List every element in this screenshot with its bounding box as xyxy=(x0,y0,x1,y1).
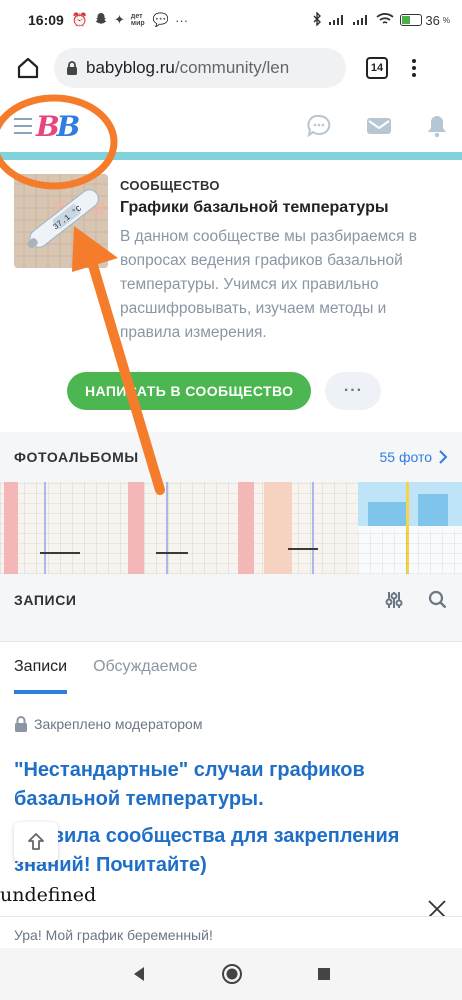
albums-count-link[interactable]: 55 фото xyxy=(380,449,449,465)
battery-icon xyxy=(400,14,423,26)
mail-icon[interactable] xyxy=(366,116,392,136)
share-arrow-icon xyxy=(28,833,44,850)
wifi-icon xyxy=(376,12,395,29)
more-options-button[interactable]: ··· xyxy=(325,372,382,410)
battery-indicator: 36% xyxy=(400,13,450,28)
records-tools xyxy=(384,590,448,610)
pinned-by-moderator: Закреплено модератором xyxy=(14,716,202,732)
community-info: СООБЩЕСТВО Графики базальной температуры… xyxy=(120,178,440,345)
home-icon xyxy=(17,57,39,79)
album-photo[interactable] xyxy=(358,482,462,574)
community-description: В данном сообществе мы разбираемся в воп… xyxy=(120,228,417,341)
post-title[interactable]: "Нестандартные" случаи графиков базально… xyxy=(14,756,444,814)
community-kicker: СООБЩЕСТВО xyxy=(120,178,220,193)
undefined-text: undefined xyxy=(0,884,97,906)
tab-switcher-button[interactable]: 14 xyxy=(366,57,388,79)
write-to-community-button[interactable]: НАПИСАТЬ В СООБЩЕСТВО xyxy=(67,372,312,410)
browser-menu-button[interactable] xyxy=(412,59,416,77)
status-right-icons: 36% xyxy=(312,10,450,29)
lock-icon xyxy=(15,716,27,732)
photo-strip xyxy=(0,482,462,574)
recents-icon[interactable] xyxy=(317,967,331,981)
url-path: /community/len xyxy=(174,58,290,77)
browser-toolbar: babyblog.ru/community/len 14 xyxy=(0,40,462,96)
back-icon[interactable] xyxy=(131,966,147,982)
site-header: BB xyxy=(0,100,462,160)
url-domain: babyblog.ru xyxy=(86,58,175,77)
records-divider xyxy=(0,626,462,642)
scroll-up-button[interactable] xyxy=(14,822,58,862)
promo-banner[interactable]: Ура! Мой график беременный! xyxy=(0,916,462,948)
url-bar[interactable]: babyblog.ru/community/len xyxy=(54,48,346,88)
babyblog-logo[interactable]: BB xyxy=(36,110,80,143)
sparkle-icon: ✦ xyxy=(114,12,125,27)
status-bar: 16:09 ⏰ ✦ дет мир 💬 ··· 36% xyxy=(0,0,462,40)
records-label: ЗАПИСИ xyxy=(14,592,77,608)
battery-unit: % xyxy=(442,15,450,25)
community-title[interactable]: Графики базальной температуры xyxy=(120,199,440,217)
album-photo[interactable] xyxy=(238,482,358,574)
tab-discussed[interactable]: Обсуждаемое xyxy=(93,658,197,694)
pinned-label: Закреплено модератором xyxy=(34,716,203,732)
battery-fill xyxy=(402,16,410,24)
community-actions: НАПИСАТЬ В СООБЩЕСТВО ··· xyxy=(67,372,382,410)
battery-percent: 36 xyxy=(425,12,440,28)
status-notification-icons: ⏰ ✦ дет мир 💬 ··· xyxy=(72,12,188,29)
home-button[interactable] xyxy=(10,50,46,86)
albums-count: 55 фото xyxy=(379,449,433,465)
albums-label: ФОТОАЛЬБОМЫ xyxy=(14,449,139,465)
search-icon[interactable] xyxy=(428,590,448,610)
status-time: 16:09 xyxy=(28,12,64,28)
thermometer-image: 37.1 °C xyxy=(14,174,108,268)
alarm-icon: ⏰ xyxy=(71,12,88,27)
album-photo[interactable] xyxy=(120,482,238,574)
detmir-icon: дет мир xyxy=(130,13,145,27)
snapchat-icon xyxy=(94,12,108,29)
filter-icon[interactable] xyxy=(384,590,404,610)
records-tabs: Записи Обсуждаемое xyxy=(14,658,197,694)
album-photo[interactable] xyxy=(0,482,120,574)
system-nav-bar xyxy=(0,948,462,1000)
community-image: 37.1 °C xyxy=(14,174,108,268)
lock-icon xyxy=(66,60,78,76)
signal-icon-2 xyxy=(352,13,370,28)
chat-icon[interactable] xyxy=(306,114,332,138)
home-circle-icon[interactable] xyxy=(221,963,243,985)
bluetooth-icon xyxy=(312,10,322,29)
bell-icon[interactable] xyxy=(426,114,448,138)
signal-icon xyxy=(328,13,346,28)
hamburger-menu-icon[interactable] xyxy=(14,118,32,134)
tab-records[interactable]: Записи xyxy=(14,658,68,694)
chat-bubble-icon: 💬 xyxy=(152,12,170,27)
post-title[interactable]: Правила сообщества для закрепления знани… xyxy=(14,822,444,880)
chevron-right-icon xyxy=(439,450,448,464)
photo-albums-header: ФОТОАЛЬБОМЫ 55 фото xyxy=(0,432,462,482)
more-notifications-icon: ··· xyxy=(175,12,189,28)
header-actions xyxy=(306,114,448,138)
records-header: ЗАПИСИ xyxy=(0,574,462,626)
